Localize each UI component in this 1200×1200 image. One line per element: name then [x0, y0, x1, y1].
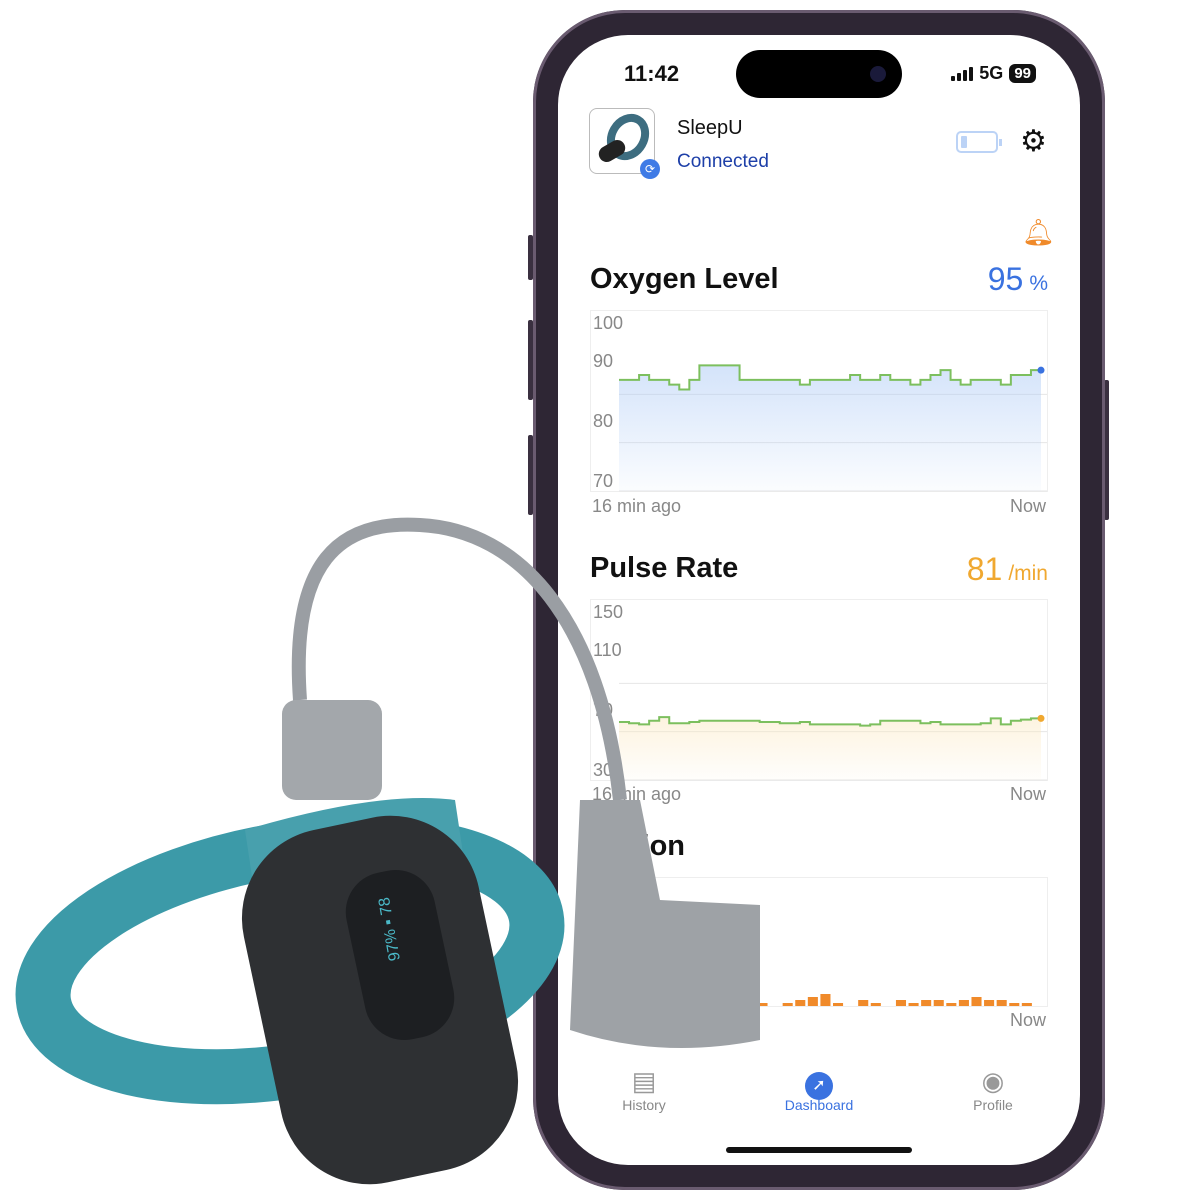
- motion-bar: [807, 997, 818, 1006]
- motion-bar: [958, 1000, 969, 1006]
- motion-bar: [908, 1003, 919, 1006]
- nav-label: Dashboard: [784, 1097, 854, 1113]
- oxygen-x-start: 16 min ago: [592, 496, 682, 516]
- motion-bar: [795, 1000, 806, 1006]
- pulse-x-start: 16 min ago: [592, 784, 682, 804]
- app-screen: 11:42 5G 99 ⟳ SleepU Connected ⚙ 🔔︎ Oxyg…: [558, 35, 1080, 1165]
- pulse-ytick: 110: [593, 640, 622, 660]
- motion-bar: [820, 994, 831, 1006]
- current-point: [1037, 366, 1045, 374]
- nav-dashboard[interactable]: ➚ Dashboard: [759, 1065, 879, 1113]
- oxygen-ytick: 100: [593, 313, 624, 333]
- svg-text:97% ▪ 78: 97% ▪ 78: [376, 896, 404, 962]
- history-icon: ▤: [631, 1066, 657, 1096]
- pulse-ytick: 70: [593, 700, 614, 720]
- motion-chart: [590, 877, 1048, 1007]
- nav-label: Profile: [973, 1097, 1013, 1113]
- oxygen-chart: 100 90 80 70: [590, 310, 1048, 492]
- motion-bar: [1009, 1003, 1020, 1006]
- pulse-x-end: Now: [1009, 784, 1046, 804]
- oxygen-ytick: 70: [593, 471, 614, 491]
- current-point: [1037, 714, 1045, 722]
- motion-bar: [669, 1000, 680, 1006]
- nav-label: History: [622, 1097, 666, 1113]
- pulse-value: 81/min: [966, 551, 1048, 587]
- oxygen-title: Oxygen Level: [590, 263, 779, 295]
- motion-bar: [971, 997, 982, 1006]
- motion-bar: [984, 1000, 995, 1006]
- network-label: 5G: [979, 63, 1004, 83]
- pulse-ytick: 150: [593, 602, 624, 622]
- dynamic-island: [736, 50, 902, 98]
- motion-bar: [782, 1003, 793, 1006]
- motion-bar: [656, 1003, 667, 1006]
- motion-bar: [744, 1003, 755, 1006]
- camera: [870, 66, 886, 82]
- motion-bar: [707, 1000, 718, 1006]
- nav-history[interactable]: ▤ History: [584, 1065, 704, 1113]
- pulse-chart: 150 110 70 30: [590, 599, 1048, 781]
- gear-icon[interactable]: ⚙: [1020, 127, 1047, 157]
- motion-bar: [833, 1003, 844, 1006]
- motion-bar: [694, 1003, 705, 1006]
- oxygen-ytick: 80: [593, 411, 614, 431]
- motion-bar: [757, 1003, 768, 1006]
- nav-profile[interactable]: ◉ Profile: [933, 1065, 1053, 1113]
- device-battery-icon: [956, 131, 1002, 153]
- motion-bar: [619, 1003, 630, 1006]
- motion-bar: [895, 1000, 907, 1006]
- pulse-title: Pulse Rate: [590, 552, 739, 584]
- home-indicator: [726, 1147, 912, 1153]
- pulse-ytick: 30: [593, 760, 614, 780]
- motion-bar: [946, 1003, 957, 1006]
- motion-x-end: Now: [1009, 1010, 1046, 1030]
- oxygen-value: 95%: [987, 261, 1048, 297]
- motion-bar: [858, 1000, 869, 1006]
- motion-bar: [996, 1000, 1007, 1006]
- motion-bar: [681, 1000, 693, 1006]
- motion-bar: [921, 1000, 932, 1006]
- motion-bar: [719, 1003, 730, 1006]
- dashboard-icon: ➚: [759, 1065, 879, 1100]
- device-name: SleepU: [677, 117, 743, 139]
- oxygen-x-end: Now: [1009, 496, 1046, 516]
- sync-icon[interactable]: ⟳: [640, 159, 660, 179]
- signal-icon: [951, 66, 974, 81]
- connection-status: Connected: [677, 151, 769, 172]
- battery-icon: 99: [1009, 64, 1036, 83]
- oxygen-ytick: 90: [593, 351, 614, 371]
- motion-bar: [933, 1000, 944, 1006]
- status-icons: 5G 99: [951, 63, 1036, 84]
- motion-bar: [1021, 1003, 1032, 1006]
- motion-title: Motion: [590, 830, 686, 862]
- profile-icon: ◉: [981, 1066, 1005, 1096]
- motion-bar: [631, 1003, 642, 1006]
- area-fill: [619, 717, 1041, 780]
- motion-bar: [870, 1003, 881, 1006]
- status-time: 11:42: [624, 61, 680, 86]
- bell-icon[interactable]: 🔔︎: [1022, 217, 1055, 248]
- area-fill: [619, 365, 1041, 491]
